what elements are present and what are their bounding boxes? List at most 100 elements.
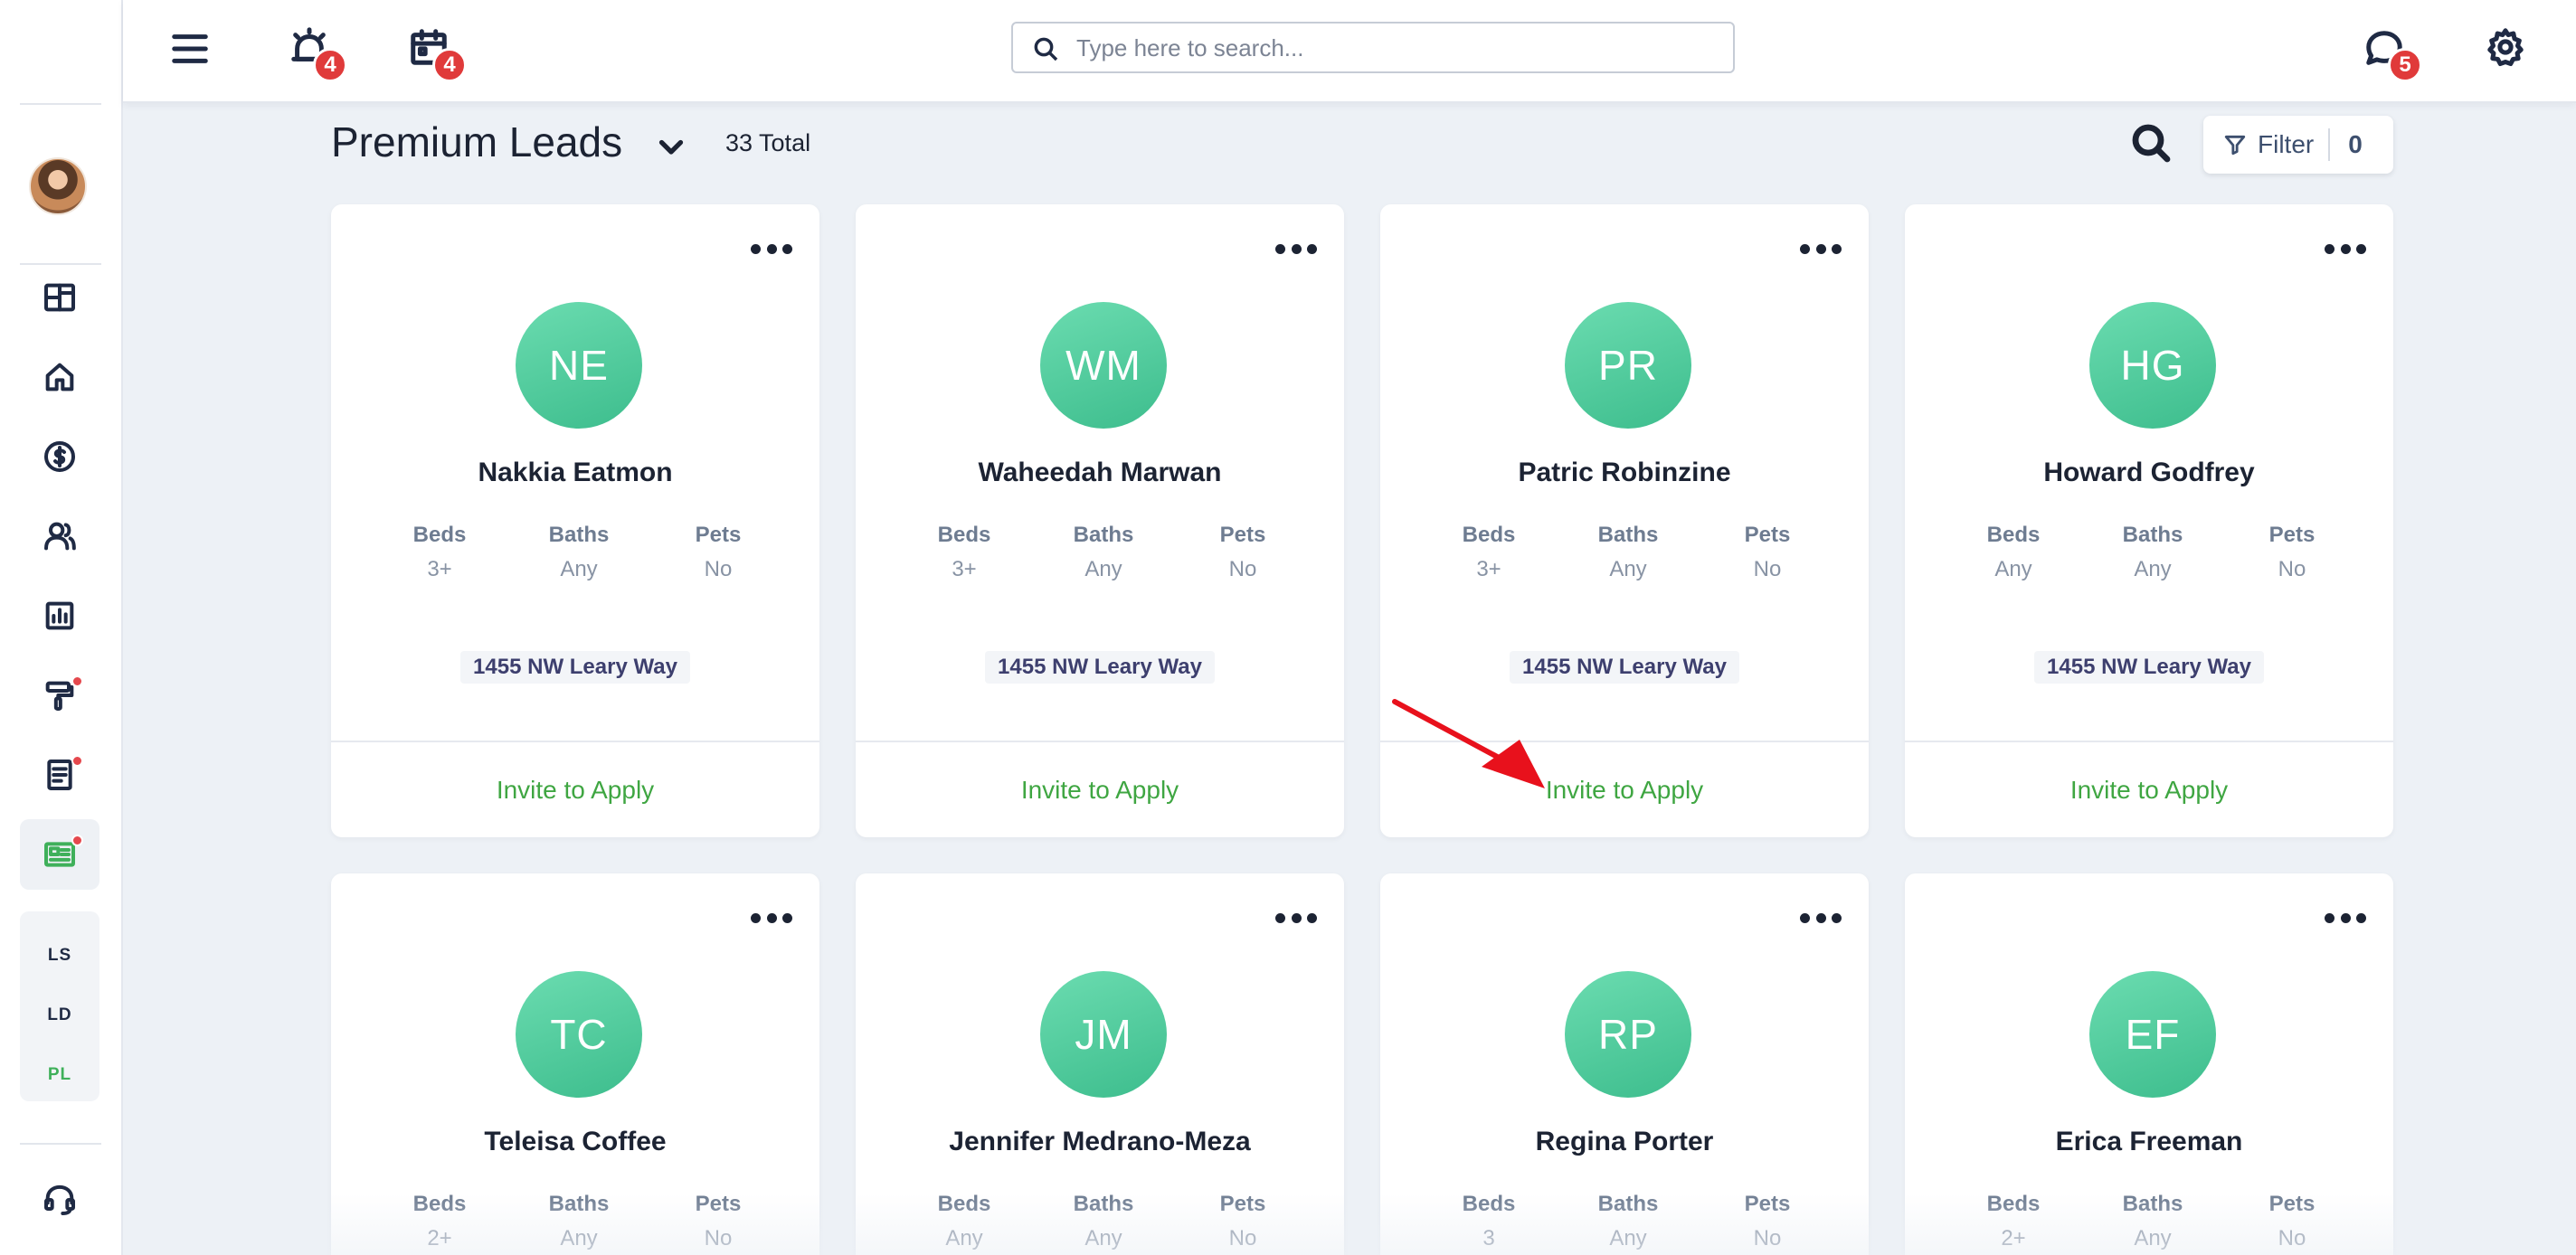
leads-search-icon[interactable] [2129, 121, 2176, 168]
sidebar-divider [20, 103, 101, 105]
pets-info: Pets No [655, 1192, 781, 1251]
beds-info: Beds Any [1950, 523, 2077, 582]
beds-info: Beds 3+ [901, 523, 1028, 582]
sidebar-divider [20, 263, 101, 265]
dashboard-icon[interactable] [36, 274, 83, 321]
pets-info: Pets No [2229, 1192, 2355, 1251]
lead-name: Jennifer Medrano-Meza [949, 1127, 1251, 1156]
calendar-badge: 4 [432, 48, 467, 82]
more-options-icon[interactable] [2325, 910, 2366, 926]
invite-to-apply-button[interactable]: Invite to Apply [1905, 742, 2393, 837]
settings-gear-icon[interactable] [2480, 22, 2531, 72]
more-options-icon[interactable] [751, 241, 792, 257]
baths-info: Baths Any [1040, 523, 1167, 582]
lead-card[interactable]: TC Teleisa Coffee Beds 2+ Baths Any Pets No [331, 873, 819, 1255]
lead-card[interactable]: WM Waheedah Marwan Beds 3+ Baths Any Pets N… [856, 204, 1344, 837]
beds-value: 3+ [427, 557, 452, 581]
support-headset-icon[interactable] [36, 1176, 83, 1223]
beds-info: Beds 2+ [376, 1192, 503, 1251]
pets-label: Pets [1219, 523, 1266, 547]
annotation-arrow-icon [1392, 699, 1545, 788]
lead-initials-avatar: NE [516, 302, 642, 429]
baths-label: Baths [548, 523, 610, 547]
dollar-icon[interactable] [36, 433, 83, 480]
address-tag: 1455 NW Leary Way [1510, 651, 1739, 684]
sub-nav-ls[interactable]: LS [20, 946, 99, 966]
beds-label: Beds [1986, 1192, 2041, 1216]
beds-value: 3 [1482, 1226, 1495, 1250]
leads-sub-nav: LS LD PL [20, 911, 99, 1101]
pets-label: Pets [1744, 1192, 1791, 1216]
more-options-icon[interactable] [1275, 241, 1317, 257]
total-count: 33 Total [725, 129, 811, 156]
filter-button[interactable]: Filter 0 [2203, 116, 2393, 174]
lead-card[interactable]: RP Regina Porter Beds 3 Baths Any Pets No [1380, 873, 1869, 1255]
lead-card[interactable]: NE Nakkia Eatmon Beds 3+ Baths Any Pets No … [331, 204, 819, 837]
filter-count: 0 [2348, 130, 2363, 158]
reports-icon[interactable] [36, 592, 83, 639]
people-icon[interactable] [36, 513, 83, 560]
baths-info: Baths Any [516, 523, 642, 582]
lead-name: Howard Godfrey [2043, 458, 2255, 487]
invite-to-apply-button[interactable]: Invite to Apply [856, 742, 1344, 837]
filter-label: Filter [2258, 130, 2315, 158]
pets-value: No [1228, 557, 1257, 581]
more-options-icon[interactable] [1275, 910, 1317, 926]
user-avatar[interactable] [29, 157, 87, 215]
lead-initials-avatar: RP [1565, 971, 1691, 1098]
maintenance-icon[interactable] [36, 672, 83, 719]
property-address: 1455 NW Leary Way [1905, 651, 2393, 684]
baths-info: Baths Any [1565, 1192, 1691, 1251]
beds-label: Beds [412, 1192, 467, 1216]
lead-card[interactable]: EF Erica Freeman Beds 2+ Baths Any Pets No [1905, 873, 2393, 1255]
more-options-icon[interactable] [751, 910, 792, 926]
pets-label: Pets [1219, 1192, 1266, 1216]
beds-info: Beds 3 [1425, 1192, 1552, 1251]
pets-info: Pets No [2229, 523, 2355, 582]
lead-name: Erica Freeman [2055, 1127, 2243, 1156]
property-address: 1455 NW Leary Way [331, 651, 819, 684]
baths-info: Baths Any [2089, 523, 2216, 582]
chevron-down-icon[interactable] [655, 130, 687, 163]
more-options-icon[interactable] [1800, 910, 1842, 926]
sidebar: LS LD PL [0, 0, 123, 1255]
beds-info: Beds Any [901, 1192, 1028, 1251]
pets-value: No [2278, 557, 2306, 581]
sub-nav-ld[interactable]: LD [20, 1005, 99, 1025]
search-input[interactable] [1076, 31, 1709, 65]
beds-label: Beds [937, 523, 991, 547]
beds-info: Beds 2+ [1950, 1192, 2077, 1251]
pets-label: Pets [1744, 523, 1791, 547]
notification-dot [71, 675, 83, 687]
pets-value: No [1753, 557, 1782, 581]
beds-label: Beds [937, 1192, 991, 1216]
beds-info: Beds 3+ [1425, 523, 1552, 582]
sub-nav-pl[interactable]: PL [20, 1065, 99, 1085]
more-options-icon[interactable] [1800, 241, 1842, 257]
lead-card[interactable]: JM Jennifer Medrano-Meza Beds Any Baths An… [856, 873, 1344, 1255]
baths-info: Baths Any [1040, 1192, 1167, 1251]
lead-name: Regina Porter [1535, 1127, 1714, 1156]
global-search[interactable] [1011, 22, 1735, 73]
lead-initials-avatar: JM [1040, 971, 1167, 1098]
more-options-icon[interactable] [2325, 241, 2366, 257]
invite-to-apply-button[interactable]: Invite to Apply [331, 742, 819, 837]
beds-label: Beds [1462, 1192, 1516, 1216]
baths-value: Any [1609, 1226, 1647, 1250]
beds-value: 3+ [952, 557, 977, 581]
lead-card[interactable]: HG Howard Godfrey Beds Any Baths Any Pets N… [1905, 204, 2393, 837]
hamburger-menu-icon[interactable] [165, 24, 215, 74]
document-icon[interactable] [36, 751, 83, 798]
lead-initials-avatar: EF [2089, 971, 2216, 1098]
beds-value: 2+ [2001, 1226, 2026, 1250]
page-title[interactable]: Premium Leads [331, 118, 622, 166]
pets-value: No [704, 557, 733, 581]
baths-info: Baths Any [1565, 523, 1691, 582]
notification-dot [71, 755, 83, 767]
beds-value: Any [945, 1226, 983, 1250]
baths-value: Any [1609, 557, 1647, 581]
lead-initials-avatar: TC [516, 971, 642, 1098]
sidebar-item-leads[interactable] [20, 819, 99, 890]
home-icon[interactable] [36, 354, 83, 401]
lead-initials-avatar: WM [1040, 302, 1167, 429]
